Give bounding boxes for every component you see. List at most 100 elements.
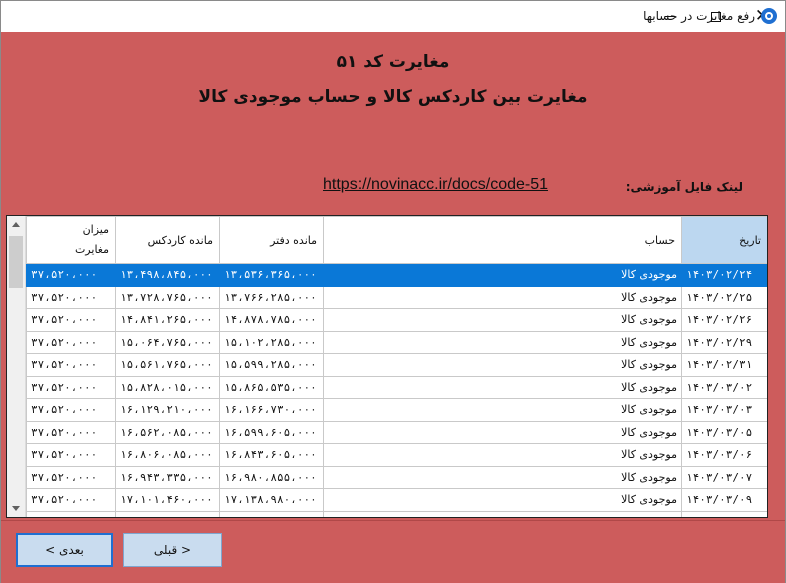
cell-diff[interactable]: ۳۷،۵۲۰،۰۰۰ <box>26 375 116 399</box>
cell-kardex-balance[interactable]: ۱۶،۱۲۹،۲۱۰،۰۰۰ <box>115 398 220 422</box>
cell-account[interactable]: موجودی کالا <box>323 420 682 444</box>
cell-book-balance[interactable]: ۱۳،۵۳۶،۳۶۵،۰۰۰ <box>219 263 324 287</box>
cell-diff[interactable]: ۳۷،۵۲۰،۰۰۰ <box>26 308 116 332</box>
column-header-date[interactable]: تاریخ <box>681 216 767 264</box>
table-row[interactable]: ۳۷،۵۲۰،۰۰۰ ۱۶،۸۰۶،۰۸۵،۰۰۰ ۱۶،۸۴۳،۶۰۵،۰۰۰ مو… <box>26 443 767 467</box>
cell-date[interactable]: ۱۴۰۳/۰۳/۰۶ <box>681 443 767 467</box>
cell-account[interactable]: موجودی کالا <box>323 488 682 512</box>
next-button-label: بعدی > <box>45 543 84 557</box>
cell-book-balance[interactable]: ۱۳،۷۶۶،۲۸۵،۰۰۰ <box>219 285 324 309</box>
scrollbar-thumb[interactable] <box>9 236 23 288</box>
cell-account[interactable]: موجودی کالا <box>323 263 682 287</box>
column-header-account[interactable]: حساب <box>323 216 682 264</box>
cell-account[interactable]: موجودی کالا <box>323 353 682 377</box>
cell-date[interactable]: ۱۴۰۳/۰۲/۲۴ <box>681 263 767 287</box>
cell-kardex-balance[interactable]: ۱۵،۵۶۱،۷۶۵،۰۰۰ <box>115 353 220 377</box>
cell-account[interactable]: موجودی کالا <box>323 308 682 332</box>
cell-account[interactable]: موجودی کالا <box>323 285 682 309</box>
discrepancy-table: میزان مغایرت مانده کاردکس مانده دفتر حسا… <box>26 216 767 517</box>
tutorial-link[interactable]: https://novinacc.ir/docs/code-51 <box>323 176 548 194</box>
cell-diff[interactable]: ۳۷،۵۲۰،۰۰۰ <box>26 443 116 467</box>
cell-kardex-balance[interactable]: ۱۴،۸۴۱،۲۶۵،۰۰۰ <box>115 308 220 332</box>
cell-book-balance[interactable]: ۱۵،۱۰۲،۲۸۵،۰۰۰ <box>219 330 324 354</box>
cell-date[interactable]: ۱۴۰۳/۰۲/۲۹ <box>681 330 767 354</box>
table-row[interactable]: ۳۷،۵۲۰،۰۰۰ ۱۴،۸۴۱،۲۶۵،۰۰۰ ۱۴،۸۷۸،۷۸۵،۰۰۰ مو… <box>26 308 767 332</box>
cell-diff[interactable]: ۳۷،۵۲۰،۰۰۰ <box>26 420 116 444</box>
cell-date[interactable]: ۱۴۰۳/۰۲/۳۱ <box>681 353 767 377</box>
scroll-up-icon[interactable] <box>12 222 20 227</box>
cell-account[interactable]: موجودی کالا <box>323 443 682 467</box>
cell-diff[interactable]: ۳۷،۵۲۰،۰۰۰ <box>26 488 116 512</box>
window-title: رفع مغایرت در حسابها <box>643 9 755 23</box>
main-panel: مغایرت کد ۵۱ مغایرت بین کاردکس کالا و حس… <box>1 32 785 583</box>
cell-diff[interactable]: ۳۷،۵۲۰،۰۰۰ <box>26 398 116 422</box>
cell-kardex-balance[interactable]: ۱۶،۸۰۶،۰۸۵،۰۰۰ <box>115 443 220 467</box>
column-header-kardex[interactable]: مانده کاردکس <box>115 216 220 264</box>
cell-diff[interactable]: ۳۷،۵۲۰،۰۰۰ <box>26 285 116 309</box>
discrepancy-description: مغایرت بین کاردکس کالا و حساب موجودی کال… <box>198 87 588 107</box>
cell-date[interactable]: ۱۴۰۳/۰۲/۲۶ <box>681 308 767 332</box>
table-row[interactable]: ۳۷،۵۲۰،۰۰۰ ۱۵،۵۶۱،۷۶۵،۰۰۰ ۱۵،۵۹۹،۲۸۵،۰۰۰ مو… <box>26 353 767 377</box>
cell-date[interactable]: ۱۴۰۳/۰۳/۰۹ <box>681 488 767 512</box>
app-window: ✕ رفع مغایرت در حسابها مغایرت کد ۵۱ مغای… <box>0 0 786 583</box>
table-row[interactable]: ۳۷،۵۲۰،۰۰۰ ۱۵،۸۲۸،۰۱۵،۰۰۰ ۱۵،۸۶۵،۵۳۵،۰۰۰ مو… <box>26 375 767 399</box>
table-row[interactable]: ۳۷،۵۲۰،۰۰۰ ۱۳،۴۹۸،۸۴۵،۰۰۰ ۱۳،۵۳۶،۳۶۵،۰۰۰ مو… <box>26 263 767 287</box>
discrepancy-grid[interactable]: میزان مغایرت مانده کاردکس مانده دفتر حسا… <box>6 215 768 518</box>
cell-kardex-balance[interactable]: ۱۶،۹۴۳،۳۳۵،۰۰۰ <box>115 465 220 489</box>
table-row[interactable]: ۳۷،۵۲۰،۰۰۰ ۱۳،۷۲۸،۷۶۵،۰۰۰ ۱۳،۷۶۶،۲۸۵،۰۰۰ مو… <box>26 285 767 309</box>
cell-kardex-balance[interactable]: ۱۶،۵۶۲،۰۸۵،۰۰۰ <box>115 420 220 444</box>
cell-diff[interactable]: ۳۷،۵۲۰،۰۰۰ <box>26 465 116 489</box>
table-row[interactable]: ۳۷،۵۲۰،۰۰۰ ۱۶،۵۶۲،۰۸۵،۰۰۰ ۱۶،۵۹۹،۶۰۵،۰۰۰ مو… <box>26 420 767 444</box>
cell-account[interactable]: موجودی کالا <box>323 375 682 399</box>
app-logo-icon <box>761 8 777 24</box>
cell-diff[interactable]: ۳۷،۵۲۰،۰۰۰ <box>26 353 116 377</box>
cell-kardex-balance[interactable]: ۱۵،۸۲۸،۰۱۵،۰۰۰ <box>115 375 220 399</box>
table-body: ۳۷،۵۲۰،۰۰۰ ۱۳،۴۹۸،۸۴۵،۰۰۰ ۱۳،۵۳۶،۳۶۵،۰۰۰ مو… <box>26 263 767 517</box>
cell-book-balance[interactable]: ۱۶،۹۸۰،۸۵۵،۰۰۰ <box>219 465 324 489</box>
cell-book-balance[interactable]: ۱۴،۸۷۸،۷۸۵،۰۰۰ <box>219 308 324 332</box>
title-bar: ✕ رفع مغایرت در حسابها <box>1 1 785 32</box>
cell-diff[interactable]: ۳۷،۵۲۰،۰۰۰ <box>26 263 116 287</box>
cell-book-balance[interactable]: ۱۵،۸۶۵،۵۳۵،۰۰۰ <box>219 375 324 399</box>
discrepancy-code-title: مغایرت کد ۵۱ <box>336 52 450 72</box>
table-row[interactable]: ۳۷،۵۲۰،۰۰۰ ۱۶،۱۲۹،۲۱۰،۰۰۰ ۱۶،۱۶۶،۷۳۰،۰۰۰ مو… <box>26 398 767 422</box>
table-row[interactable]: ۳۷،۵۲۰،۰۰۰ ۱۶،۹۴۳،۳۳۵،۰۰۰ ۱۶،۹۸۰،۸۵۵،۰۰۰ مو… <box>26 465 767 489</box>
footer-divider <box>1 520 785 521</box>
table-row[interactable]: ۳۷،۵۲۰،۰۰۰۱۷،۴۱۳،۷۴۵،۰۰۰۱۷،۴۵۱،۲۶۵،۰۰۰مو… <box>26 510 767 517</box>
cell-date[interactable]: ۱۴۰۳/۰۳/۰۳ <box>681 398 767 422</box>
cell-account[interactable]: موجودی کالا <box>323 465 682 489</box>
table-row[interactable]: ۳۷،۵۲۰،۰۰۰ ۱۷،۱۰۱،۴۶۰،۰۰۰ ۱۷،۱۳۸،۹۸۰،۰۰۰ مو… <box>26 488 767 512</box>
cell-date[interactable]: ۱۴۰۳/۰۳/۱۰ <box>681 510 767 517</box>
scroll-down-icon[interactable] <box>12 506 20 511</box>
cell-book-balance[interactable]: ۱۷،۴۵۱،۲۶۵،۰۰۰ <box>219 510 324 517</box>
cell-book-balance[interactable]: ۱۵،۵۹۹،۲۸۵،۰۰۰ <box>219 353 324 377</box>
column-header-diff-line1: میزان <box>82 223 109 236</box>
tutorial-link-label: لینک فایل آموزشی: <box>625 180 743 194</box>
next-button[interactable]: بعدی > <box>16 533 113 567</box>
vertical-scrollbar[interactable] <box>7 216 26 517</box>
cell-kardex-balance[interactable]: ۱۳،۷۲۸،۷۶۵،۰۰۰ <box>115 285 220 309</box>
cell-kardex-balance[interactable]: ۱۵،۰۶۴،۷۶۵،۰۰۰ <box>115 330 220 354</box>
cell-book-balance[interactable]: ۱۷،۱۳۸،۹۸۰،۰۰۰ <box>219 488 324 512</box>
cell-kardex-balance[interactable]: ۱۷،۴۱۳،۷۴۵،۰۰۰ <box>115 510 220 517</box>
cell-kardex-balance[interactable]: ۱۳،۴۹۸،۸۴۵،۰۰۰ <box>115 263 220 287</box>
cell-date[interactable]: ۱۴۰۳/۰۳/۰۷ <box>681 465 767 489</box>
grid-viewport: میزان مغایرت مانده کاردکس مانده دفتر حسا… <box>7 216 767 517</box>
cell-account[interactable]: موجودی کالا <box>323 330 682 354</box>
cell-diff[interactable]: ۳۷،۵۲۰،۰۰۰ <box>26 510 116 517</box>
cell-date[interactable]: ۱۴۰۳/۰۳/۰۵ <box>681 420 767 444</box>
cell-diff[interactable]: ۳۷،۵۲۰،۰۰۰ <box>26 330 116 354</box>
column-header-diff-line2: مغایرت <box>74 243 109 256</box>
cell-date[interactable]: ۱۴۰۳/۰۲/۲۵ <box>681 285 767 309</box>
cell-kardex-balance[interactable]: ۱۷،۱۰۱،۴۶۰،۰۰۰ <box>115 488 220 512</box>
cell-book-balance[interactable]: ۱۶،۸۴۳،۶۰۵،۰۰۰ <box>219 443 324 467</box>
cell-account[interactable]: موجودی کالا <box>323 510 682 517</box>
prev-button[interactable]: < قبلی <box>123 533 222 567</box>
cell-book-balance[interactable]: ۱۶،۱۶۶،۷۳۰،۰۰۰ <box>219 398 324 422</box>
cell-book-balance[interactable]: ۱۶،۵۹۹،۶۰۵،۰۰۰ <box>219 420 324 444</box>
column-header-diff[interactable]: میزان مغایرت <box>26 216 116 264</box>
cell-account[interactable]: موجودی کالا <box>323 398 682 422</box>
table-row[interactable]: ۳۷،۵۲۰،۰۰۰ ۱۵،۰۶۴،۷۶۵،۰۰۰ ۱۵،۱۰۲،۲۸۵،۰۰۰ مو… <box>26 330 767 354</box>
cell-date[interactable]: ۱۴۰۳/۰۳/۰۲ <box>681 375 767 399</box>
column-header-book[interactable]: مانده دفتر <box>219 216 324 264</box>
